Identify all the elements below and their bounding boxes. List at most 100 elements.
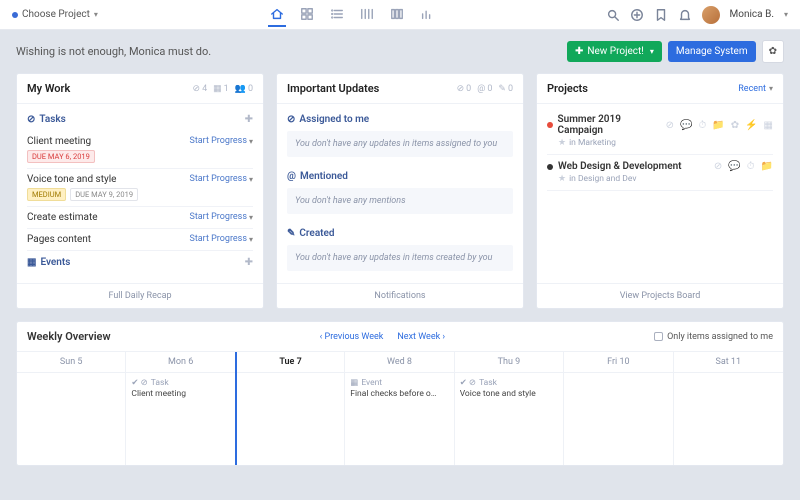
day-column: Fri 10 — [564, 352, 673, 465]
add-task-icon[interactable]: ✚ — [245, 114, 253, 125]
task-row[interactable]: Create estimateStart Progress▾ — [27, 206, 253, 228]
top-right-tools: Monica B. ▾ — [606, 6, 788, 24]
section-label: Created — [299, 228, 334, 239]
star-icon[interactable]: ★ — [558, 138, 566, 148]
next-week-button[interactable]: Next Week › — [397, 332, 445, 342]
updates-card: Important Updates ⊘0 @0 ✎0 ⊘Assigned to … — [276, 73, 524, 309]
project-color-dot-icon — [547, 122, 553, 128]
task-row[interactable]: Voice tone and styleMEDIUMDUE MAY 9, 201… — [27, 168, 253, 206]
section-label: Mentioned — [300, 171, 348, 182]
project-action-icon[interactable]: ⚡ — [745, 120, 757, 131]
bookmark-icon[interactable] — [654, 8, 668, 22]
project-action-icon[interactable]: ⏱ — [698, 120, 706, 131]
manage-system-button[interactable]: Manage System — [668, 41, 756, 62]
day-column: Sun 5 — [17, 352, 126, 465]
topbar: Choose Project ▾ Monica B. ▾ — [0, 0, 800, 30]
tasks-section-label: Tasks — [39, 114, 65, 125]
events-section-header[interactable]: ▦ Events ✚ — [27, 250, 253, 274]
gear-icon: ✿ — [769, 46, 777, 57]
home-view-icon[interactable] — [268, 9, 286, 27]
item-type-icon: ✔ ⊘ — [131, 378, 147, 388]
column-view-icon[interactable] — [388, 9, 406, 27]
section-icon: @ — [287, 171, 296, 182]
calendar-item[interactable]: ✔ ⊘TaskVoice tone and style — [458, 376, 560, 401]
updates-section-header[interactable]: ✎Created — [287, 222, 513, 245]
project-subtext: ★in Marketing — [558, 138, 773, 148]
view-switcher — [268, 3, 436, 27]
calendar-item[interactable]: ✔ ⊘TaskClient meeting — [129, 376, 231, 401]
user-menu-chevron-icon[interactable]: ▾ — [784, 10, 788, 19]
search-icon[interactable] — [606, 8, 620, 22]
project-color-dot-icon — [547, 164, 553, 170]
only-mine-toggle[interactable]: Only items assigned to me — [654, 332, 773, 342]
projects-sort-label: Recent — [738, 84, 766, 94]
tasks-count-icon: ⊘4 — [193, 84, 208, 94]
my-work-card: My Work ⊘4 ▦1 👥0 ⊘ Tasks ✚ Client meetin… — [16, 73, 264, 309]
updates-body: ⊘Assigned to me You don't have any update… — [277, 104, 523, 283]
start-progress-button[interactable]: Start Progress▾ — [189, 136, 253, 146]
chevron-down-icon: ▾ — [94, 10, 98, 19]
project-item[interactable]: Web Design & Development⊘💬⏱📁★in Design a… — [547, 155, 773, 191]
my-work-footer[interactable]: Full Daily Recap — [17, 283, 263, 308]
chevron-down-icon: ▾ — [769, 84, 773, 93]
empty-state-text: You don't have any updates in items crea… — [287, 245, 513, 271]
project-action-icon[interactable]: 💬 — [728, 161, 740, 172]
my-work-title: My Work — [27, 82, 70, 95]
project-picker-label: Choose Project — [22, 9, 90, 20]
new-project-button[interactable]: ✚ New Project! ▾ — [567, 41, 662, 62]
project-dot-icon — [12, 12, 18, 18]
day-header: Fri 10 — [564, 352, 672, 373]
calendar-item[interactable]: ▦EventFinal checks before o… — [348, 376, 450, 401]
updates-section-header[interactable]: @ Mentioned — [287, 165, 513, 188]
tasks-section-header[interactable]: ⊘ Tasks ✚ — [27, 108, 253, 131]
task-row[interactable]: Pages contentStart Progress▾ — [27, 228, 253, 250]
timeline-view-icon[interactable] — [358, 9, 376, 27]
add-event-icon[interactable]: ✚ — [245, 257, 253, 268]
start-progress-button[interactable]: Start Progress▾ — [189, 212, 253, 222]
project-action-icon[interactable]: ⏱ — [747, 161, 755, 172]
updates-meta: ⊘0 @0 ✎0 — [457, 84, 513, 94]
project-action-icon[interactable]: ⊘ — [714, 161, 722, 172]
updates-title: Important Updates — [287, 82, 379, 95]
projects-footer[interactable]: View Projects Board — [537, 283, 783, 308]
project-action-icon[interactable]: ✿ — [731, 120, 739, 131]
project-action-icon[interactable]: ⊘ — [666, 120, 674, 131]
start-progress-button[interactable]: Start Progress▾ — [189, 234, 253, 244]
reports-view-icon[interactable] — [418, 9, 436, 27]
section-label: Assigned to me — [299, 114, 369, 125]
manage-system-label: Manage System — [676, 46, 748, 57]
prev-week-button[interactable]: ‹ Previous Week — [320, 332, 384, 342]
day-column: Thu 9✔ ⊘TaskVoice tone and style — [455, 352, 564, 465]
projects-card: Projects Recent ▾ Summer 2019 Campaign⊘💬… — [536, 73, 784, 309]
project-action-icon[interactable]: 💬 — [680, 120, 692, 131]
day-column: Tue 7 — [235, 352, 345, 465]
task-tag: DUE MAY 6, 2019 — [27, 150, 95, 163]
grid-view-icon[interactable] — [298, 9, 316, 27]
item-text: Voice tone and style — [460, 389, 558, 399]
project-item[interactable]: Summer 2019 Campaign⊘💬⏱📁✿⚡▦★in Marketing — [547, 108, 773, 155]
settings-button[interactable]: ✿ — [762, 40, 784, 63]
project-action-icon[interactable]: 📁 — [761, 161, 773, 172]
task-row[interactable]: Client meetingDUE MAY 6, 2019Start Progr… — [27, 131, 253, 168]
project-action-icon[interactable]: 📁 — [712, 120, 724, 131]
add-icon[interactable] — [630, 8, 644, 22]
dashboard-header: Wishing is not enough, Monica must do. ✚… — [0, 30, 800, 73]
assigned-count-icon: ⊘0 — [457, 84, 472, 94]
projects-sort-dropdown[interactable]: Recent ▾ — [738, 84, 773, 94]
updates-section-header[interactable]: ⊘Assigned to me — [287, 108, 513, 131]
day-body — [17, 373, 125, 465]
user-avatar[interactable] — [702, 6, 720, 24]
weekly-title: Weekly Overview — [27, 330, 111, 343]
plus-icon: ✚ — [575, 46, 583, 57]
updates-footer[interactable]: Notifications — [277, 283, 523, 308]
project-picker[interactable]: Choose Project ▾ — [12, 9, 98, 20]
item-text: Client meeting — [131, 389, 229, 399]
project-action-icon[interactable]: ▦ — [764, 120, 773, 131]
start-progress-button[interactable]: Start Progress▾ — [189, 174, 253, 184]
list-view-icon[interactable] — [328, 9, 346, 27]
star-icon[interactable]: ★ — [558, 174, 566, 184]
bell-icon[interactable] — [678, 8, 692, 22]
mention-count-icon: @0 — [477, 84, 492, 94]
events-count-icon: ▦1 — [213, 84, 229, 94]
projects-title: Projects — [547, 82, 588, 95]
